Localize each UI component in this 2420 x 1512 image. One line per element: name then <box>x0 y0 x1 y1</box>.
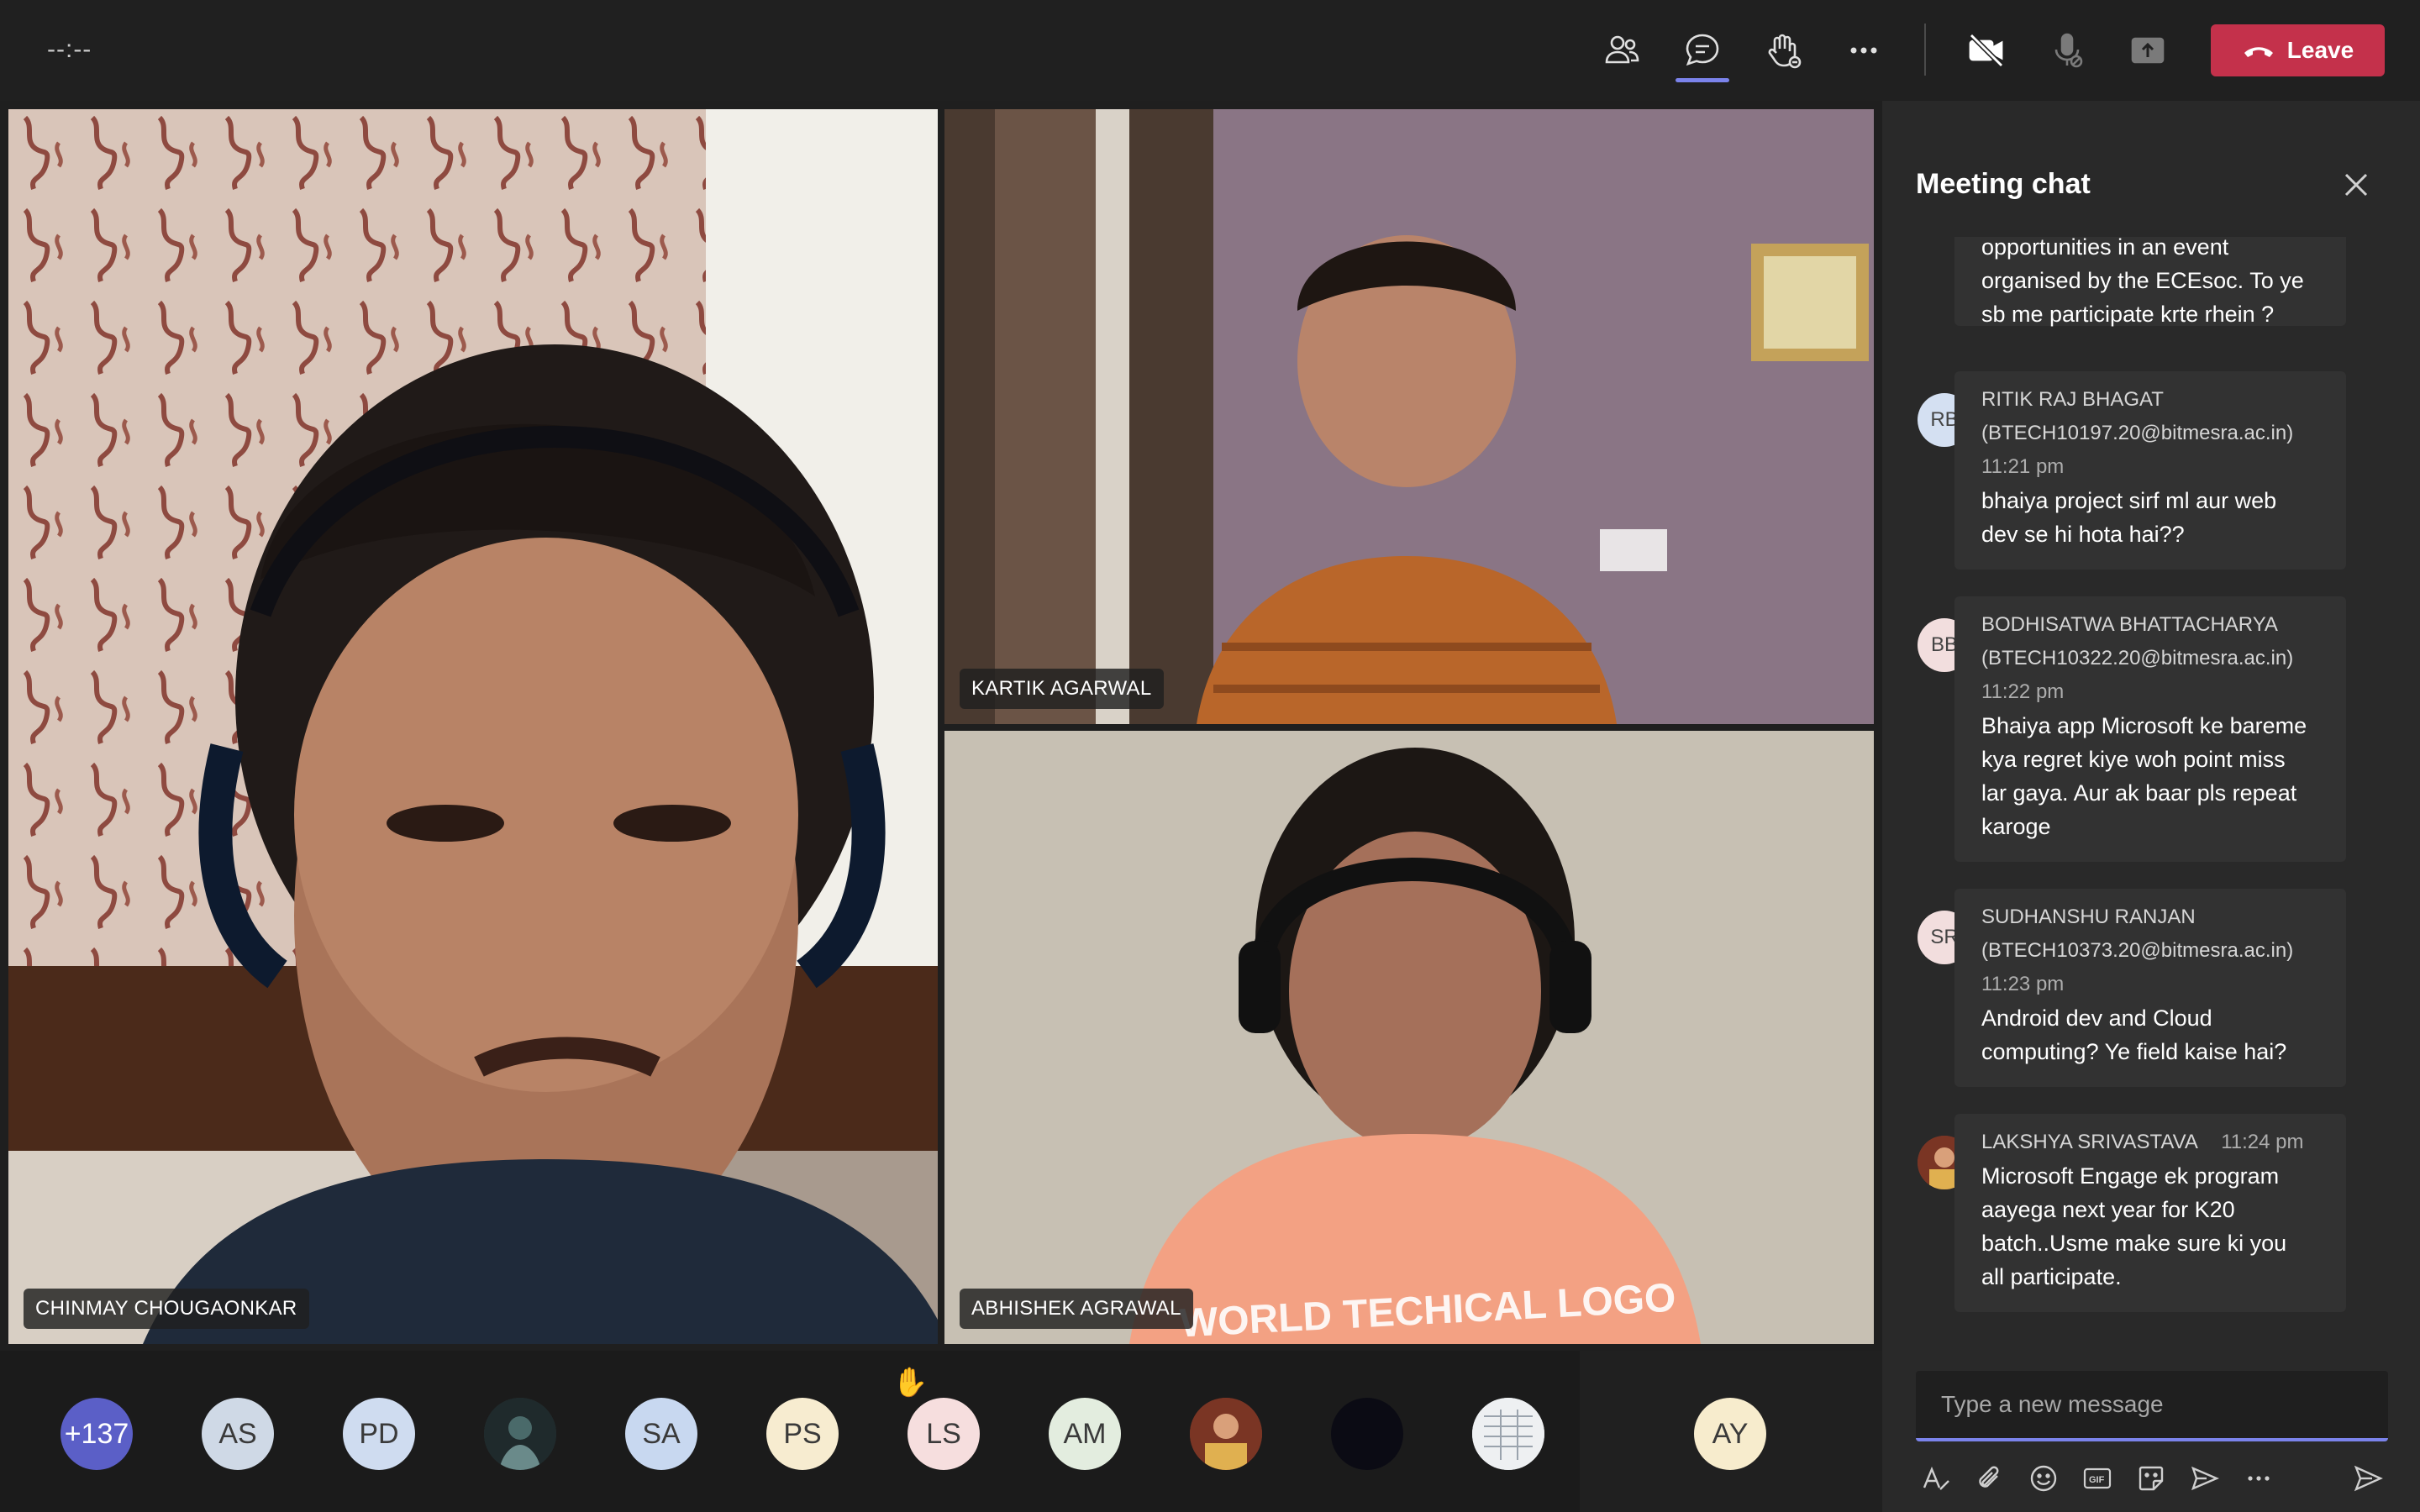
close-icon[interactable] <box>2338 166 2375 203</box>
avatar-photo <box>484 1398 556 1470</box>
participant-name-label: KARTIK AGARWAL <box>960 669 1164 709</box>
participant-avatar[interactable] <box>1472 1398 1544 1470</box>
chat-message-list[interactable]: opportunities in an event organised by t… <box>1882 237 2420 1430</box>
chat-message: BODHISATWA BHATTACHARYA (BTECH10322.20@b… <box>1954 596 2346 862</box>
message-text: organised by the ECEsoc. To ye <box>1981 268 2304 293</box>
hang-up-icon <box>2244 47 2273 57</box>
participant-avatar[interactable]: AY <box>1694 1398 1766 1470</box>
message-email: (BTECH10322.20@bitmesra.ac.in) <box>1981 647 2294 669</box>
message-text: opportunities in an event <box>1981 237 2229 260</box>
gif-icon[interactable]: GIF <box>2077 1458 2118 1499</box>
avatar-photo <box>1190 1398 1262 1470</box>
participant-avatar[interactable]: LS <box>908 1398 980 1470</box>
message-text: bhaiya project sirf ml aur web <box>1981 488 2277 513</box>
sticker-icon[interactable] <box>2131 1458 2171 1499</box>
participant-avatar[interactable]: PS <box>766 1398 839 1470</box>
message-text: lar gaya. Aur ak baar pls repeat <box>1981 780 2297 806</box>
schedule-send-icon[interactable] <box>2185 1458 2225 1499</box>
meeting-toolbar: --:-- Leave <box>0 0 2420 101</box>
participant-name-label: ABHISHEK AGRAWAL <box>960 1289 1193 1329</box>
people-icon[interactable] <box>1597 25 1647 76</box>
active-tab-indicator <box>1676 78 1729 82</box>
raise-hand-icon[interactable] <box>1758 25 1808 76</box>
participant-avatar[interactable] <box>1331 1398 1403 1470</box>
message-text: Microsoft Engage ek program <box>1981 1163 2280 1189</box>
message-text: kya regret kiye woh point miss <box>1981 747 2286 772</box>
chat-icon[interactable] <box>1677 25 1728 76</box>
participant-video: WORLD TECHICAL LOGO <box>944 731 1874 1344</box>
participant-avatar[interactable] <box>484 1398 556 1470</box>
chat-title: Meeting chat <box>1916 168 2091 200</box>
message-text: all participate. <box>1981 1264 2122 1289</box>
participant-avatar[interactable]: AS <box>202 1398 274 1470</box>
video-tile-abhishek[interactable]: WORLD TECHICAL LOGO ABHISHEK AGRAWAL <box>944 731 1874 1344</box>
emoji-icon[interactable] <box>2023 1458 2064 1499</box>
share-tray-icon[interactable] <box>2123 25 2173 76</box>
message-time: 11:21 pm <box>1981 455 2065 478</box>
compose-box[interactable] <box>1916 1371 2388 1441</box>
chat-message: opportunities in an event organised by t… <box>1954 237 2346 327</box>
message-text: batch..Usme make sure ki you <box>1981 1231 2287 1256</box>
toolbar-divider <box>1924 24 1926 76</box>
chat-message: LAKSHYA SRIVASTAVA 11:24 pm Microsoft En… <box>1954 1114 2346 1312</box>
more-participants-button[interactable]: +137 <box>60 1398 133 1470</box>
message-text: sb me participate krte rhein ? <box>1981 302 2275 327</box>
video-tile-kartik[interactable]: KARTIK AGARWAL <box>944 109 1874 724</box>
message-email: (BTECH10373.20@bitmesra.ac.in) <box>1981 939 2294 962</box>
mic-off-icon[interactable] <box>2042 25 2092 76</box>
participant-video <box>8 109 938 1344</box>
message-time: 11:23 pm <box>1981 973 2065 995</box>
compose-toolbar: GIF <box>1916 1453 2388 1504</box>
video-tile-main[interactable]: CHINMAY CHOUGAONKAR <box>8 109 938 1344</box>
message-text: Bhaiya app Microsoft ke bareme <box>1981 713 2307 738</box>
participant-avatar[interactable]: AM <box>1049 1398 1121 1470</box>
leave-button[interactable]: Leave <box>2211 24 2385 76</box>
message-input[interactable] <box>1916 1371 2388 1438</box>
participant-avatar[interactable] <box>1190 1398 1262 1470</box>
message-text: computing? Ye field kaise hai? <box>1981 1039 2287 1064</box>
raised-hand-icon: ✋ <box>892 1367 929 1399</box>
avatar-photo <box>1472 1398 1544 1470</box>
chat-message: SUDHANSHU RANJAN (BTECH10373.20@bitmesra… <box>1954 889 2346 1087</box>
message-sender: RITIK RAJ BHAGAT <box>1981 388 2164 411</box>
meeting-timer: --:-- <box>47 35 92 63</box>
leave-label: Leave <box>2286 37 2354 63</box>
camera-off-icon[interactable] <box>1961 25 2012 76</box>
message-text: karoge <box>1981 814 2051 839</box>
message-sender: LAKSHYA SRIVASTAVA <box>1981 1131 2197 1153</box>
send-icon[interactable] <box>2348 1458 2388 1499</box>
participant-avatar[interactable]: SA <box>625 1398 697 1470</box>
message-text: Android dev and Cloud <box>1981 1005 2212 1031</box>
attach-icon[interactable] <box>1970 1458 2010 1499</box>
chat-message: RITIK RAJ BHAGAT (BTECH10197.20@bitmesra… <box>1954 371 2346 570</box>
message-text: aayega next year for K20 <box>1981 1197 2235 1222</box>
participant-avatar[interactable]: PD <box>343 1398 415 1470</box>
participant-name-label: CHINMAY CHOUGAONKAR <box>24 1289 309 1329</box>
message-time: 11:24 pm <box>2221 1131 2304 1153</box>
format-icon[interactable] <box>1916 1458 1956 1499</box>
message-sender: SUDHANSHU RANJAN <box>1981 906 2196 928</box>
meeting-chat-panel: Meeting chat opportunities in an event o… <box>1882 101 2420 1512</box>
message-text: dev se hi hota hai?? <box>1981 522 2185 547</box>
message-sender: BODHISATWA BHATTACHARYA <box>1981 613 2278 636</box>
participant-video <box>944 109 1874 724</box>
more-options-icon[interactable] <box>1839 25 1889 76</box>
message-time: 11:22 pm <box>1981 680 2065 703</box>
message-email: (BTECH10197.20@bitmesra.ac.in) <box>1981 422 2294 444</box>
more-icon[interactable] <box>2238 1458 2279 1499</box>
svg-text:GIF: GIF <box>2089 1475 2105 1485</box>
